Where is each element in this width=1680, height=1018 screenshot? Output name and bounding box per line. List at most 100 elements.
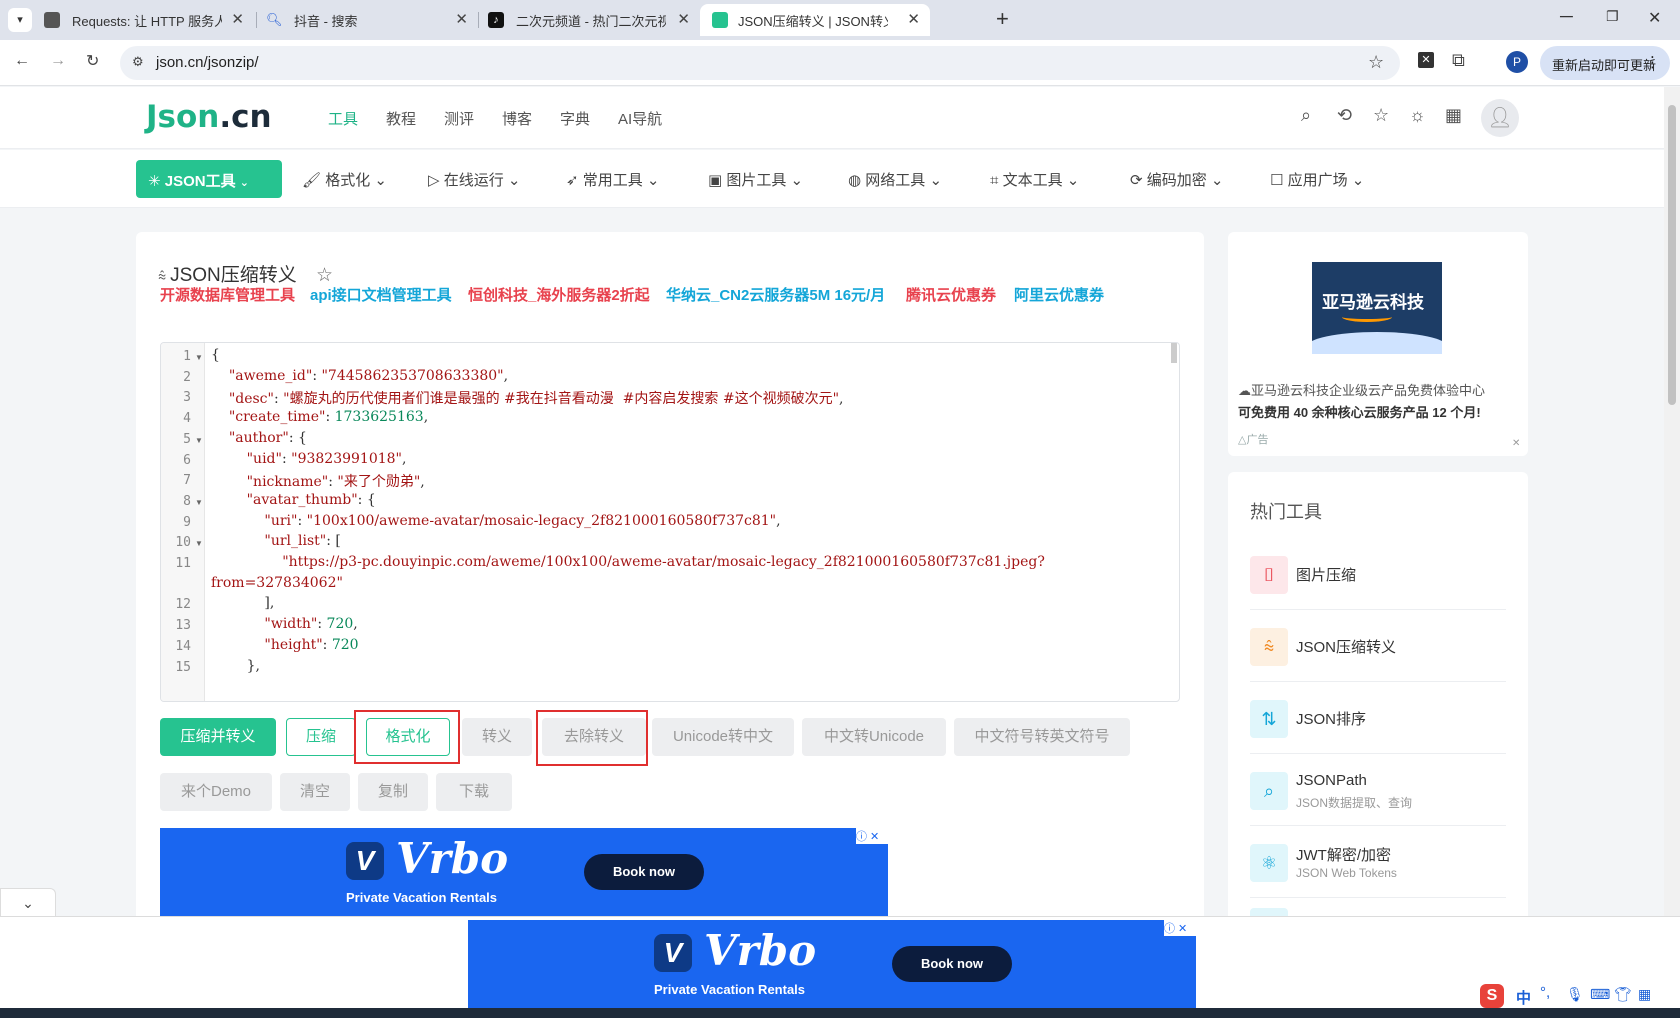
close-icon[interactable]: ✕ [231,10,244,28]
tab-json-zip[interactable]: JSON压缩转义 | JSON转义 | JS ✕ [700,4,930,36]
apps-grid-icon[interactable]: ▦ [1445,105,1462,126]
book-now-button[interactable]: Book now [892,946,1012,982]
vrbo-ad[interactable]: V Vrbo Private Vacation Rentals Book now… [160,828,888,918]
hot-tool-item[interactable]: ⇅ JSON排序 [1250,682,1506,754]
nav-dictionary[interactable]: 字典 [560,108,590,129]
category-common-tools[interactable]: ➶ 常用工具 ⌄ [566,169,660,190]
skin-icon[interactable]: 👕︎ [1614,986,1632,1003]
history-icon[interactable]: ⟲ [1337,105,1352,126]
compress-escape-button[interactable]: 压缩并转义 [160,718,276,756]
tab-anime-channel[interactable]: ♪ 二次元频道 - 热门二次元视频大 ✕ [488,4,690,36]
tab-douyin-search[interactable]: 🔍︎ 抖音 - 搜索 ✕ [266,4,468,36]
update-button[interactable]: 重新启动即可更新 ⋮ [1540,46,1670,80]
fold-toggle-icon[interactable]: ▼ [195,353,203,362]
line-number: 13 [175,618,191,634]
hot-tool-item[interactable]: ⚛︎ JWT解密/加密 JSON Web Tokens [1250,826,1506,898]
search-icon[interactable]: ⌕ [1301,105,1311,126]
grid-icon[interactable]: ▦ [1638,986,1651,1003]
ad-choices-icon[interactable]: ⓘ ✕ [1164,920,1196,936]
copy-button[interactable]: 复制 [358,773,428,811]
more-icon[interactable]: ⋮ [1645,53,1660,71]
category-format[interactable]: 🖌︎ 格式化 ⌄ [302,169,387,190]
back-icon[interactable]: ← [14,52,30,70]
hot-tool-name: JWT解密/加密 [1296,847,1391,864]
category-network-tools[interactable]: ◍ 网络工具 ⌄ [848,169,942,190]
extension-x-icon[interactable]: ✕ [1418,52,1434,68]
sidebar-ad-card[interactable]: 亚马逊云科技 ☁︎亚马逊云科技企业级云产品免费体验中心 可免费用 40 余种核心… [1228,232,1528,456]
category-encoding[interactable]: ⟳ 编码加密 ⌄ [1130,169,1224,190]
promo-link[interactable]: 腾讯云优惠券 [906,284,996,305]
ime-lang[interactable]: 中 [1516,987,1531,1008]
category-text-tools[interactable]: ⌗ 文本工具 ⌄ [990,169,1079,190]
theme-sun-icon[interactable]: ☼ [1409,105,1426,126]
fold-toggle-icon[interactable]: ▼ [195,498,203,507]
nav-tutorials[interactable]: 教程 [386,108,416,129]
ad-brand: Vrbo [396,834,509,883]
category-json-tools[interactable]: ✳︎ JSON工具 ⌄ [136,160,282,198]
editor-scrollbar[interactable] [1171,343,1177,363]
json-editor[interactable]: 1 ▼ 2 3 4 5 ▼ 6 7 8 ▼ 9 10 ▼ 11 12 13 14 15 { "aweme_id": … [160,342,1180,702]
amazon-ad-image[interactable]: 亚马逊云科技 [1312,262,1442,354]
profile-avatar[interactable]: P [1506,51,1528,73]
site-logo[interactable]: Json.cn [146,99,272,135]
demo-button[interactable]: 来个Demo [160,773,272,811]
ad-choices-icon[interactable]: ⓘ ✕ [856,828,888,844]
unicode-to-chinese-button[interactable]: Unicode转中文 [652,718,794,756]
category-app-market[interactable]: ☐ 应用广场 ⌄ [1270,169,1364,190]
nav-blog[interactable]: 博客 [502,108,532,129]
tab-requests[interactable]: Requests: 让 HTTP 服务人类 — ✕ [44,4,244,36]
new-tab-button[interactable]: + [996,6,1009,32]
promo-link[interactable]: 恒创科技_海外服务器2折起 [468,284,650,305]
site-info-icon[interactable]: ⚙︎ [132,54,144,70]
url-text[interactable]: json.cn/jsonzip/ [156,54,259,71]
favorite-star-icon[interactable]: ☆ [316,265,333,286]
address-bar[interactable]: ⚙︎ json.cn/jsonzip/ ☆ [120,46,1400,80]
code-line: "width": 720, [264,616,358,633]
scrollbar-thumb[interactable] [1668,105,1676,405]
code-line: "uid": "93823991018", [246,450,407,467]
bookmark-star-icon[interactable]: ☆ [1368,52,1384,73]
compress-button[interactable]: 压缩 [286,718,356,756]
user-avatar-icon[interactable]: 👤︎ [1481,99,1519,137]
sort-icon: ⇅ [1250,700,1288,738]
hot-tool-item[interactable]: ⩯ JSON压缩转义 [1250,610,1506,682]
promo-link[interactable]: 阿里云优惠券 [1014,284,1104,305]
collapse-ad-button[interactable]: ⌄ [0,888,56,916]
nav-reviews[interactable]: 测评 [444,108,474,129]
page-scrollbar[interactable] [1664,87,1680,1008]
forward-icon[interactable]: → [50,52,66,70]
close-window-icon[interactable]: ✕ [1648,8,1661,28]
promo-link[interactable]: 华纳云_CN2云服务器5M 16元/月 [666,284,885,305]
minimize-icon[interactable]: ─ [1560,6,1573,27]
promo-link[interactable]: 开源数据库管理工具 [160,284,295,305]
fold-toggle-icon[interactable]: ▼ [195,436,203,445]
mic-icon[interactable]: 🎙︎ [1566,986,1584,1003]
hot-tool-item[interactable]: ⌕ JSONPath JSON数据提取、查询 [1250,754,1506,826]
category-run-online[interactable]: ▷ 在线运行 ⌄ [428,169,520,190]
extensions-puzzle-icon[interactable]: ⧉ [1452,50,1465,71]
download-button[interactable]: 下载 [436,773,512,811]
nav-ai-navigation[interactable]: AI导航 [618,108,662,129]
fold-toggle-icon[interactable]: ▼ [195,539,203,548]
promo-link[interactable]: api接口文档管理工具 [310,284,452,305]
restore-icon[interactable]: ❐ [1606,8,1619,25]
tab-list-button[interactable]: ▾ [8,8,32,32]
nav-tools[interactable]: 工具 [328,108,358,129]
book-now-button[interactable]: Book now [584,854,704,890]
close-icon[interactable]: ✕ [455,10,468,28]
favorite-star-icon[interactable]: ☆ [1373,105,1389,126]
category-image-tools[interactable]: ▣ 图片工具 ⌄ [708,169,803,190]
close-icon[interactable]: ✕ [677,10,690,28]
close-icon[interactable]: ✕ [907,10,920,28]
sogou-s-icon[interactable]: S [1480,984,1504,1008]
clear-button[interactable]: 清空 [280,773,350,811]
cn-punct-to-en-button[interactable]: 中文符号转英文符号 [954,718,1130,756]
hot-tool-item[interactable]: ⌷ 图片压缩 [1250,538,1506,610]
ad-close-icon[interactable]: ✕ [1512,438,1520,449]
chinese-to-unicode-button[interactable]: 中文转Unicode [802,718,946,756]
keyboard-icon[interactable]: ⌨︎ [1590,986,1610,1003]
vrbo-ad-bottom[interactable]: V Vrbo Private Vacation Rentals Book now… [468,920,1196,1010]
escape-button[interactable]: 转义 [462,718,532,756]
punct-icon[interactable]: °, [1540,984,1550,1001]
reload-icon[interactable]: ↻ [86,51,99,71]
